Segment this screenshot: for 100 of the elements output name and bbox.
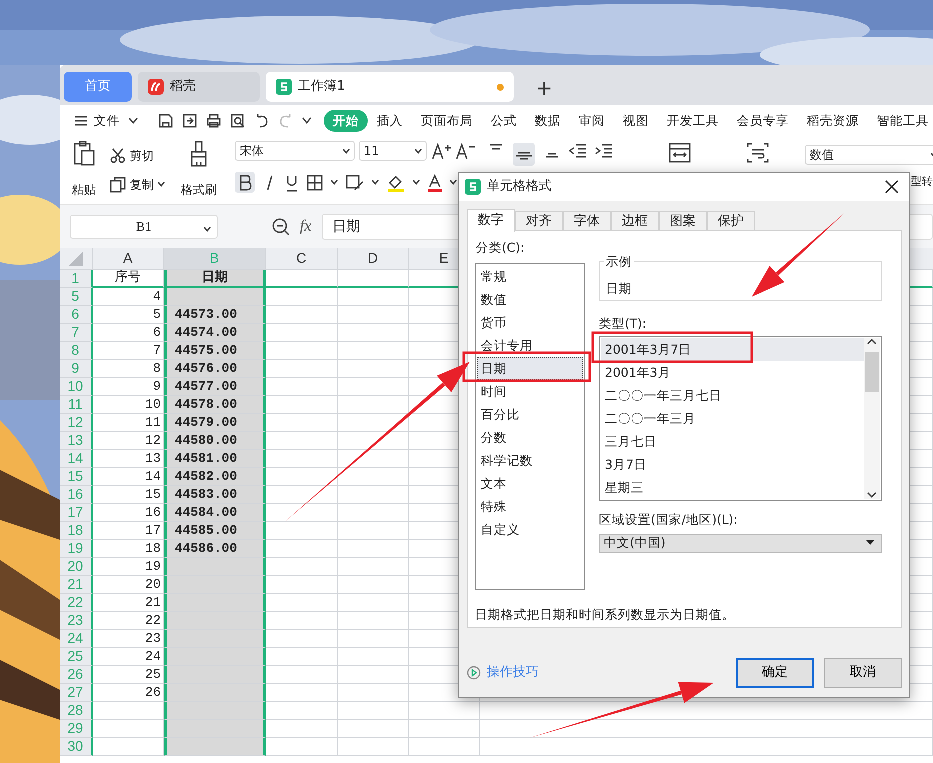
ribbon-tab[interactable]: 智能工具 xyxy=(868,110,933,132)
increase-indent-icon[interactable] xyxy=(595,143,613,159)
empty-cell xyxy=(338,684,409,702)
menu-icon[interactable] xyxy=(74,115,88,127)
category-item[interactable]: 数值 xyxy=(477,288,583,311)
caret-icon xyxy=(413,180,420,186)
ribbon-tab[interactable]: 稻壳资源 xyxy=(798,110,868,132)
caret-icon xyxy=(204,227,211,232)
column-header[interactable]: C xyxy=(266,248,338,270)
caret-icon xyxy=(866,540,875,546)
caret-icon xyxy=(450,180,457,186)
column-header[interactable]: A xyxy=(93,248,164,270)
tab[interactable]: 稻壳 xyxy=(138,72,260,102)
number-format-select[interactable]: 数值 xyxy=(805,145,933,165)
scroll-up-icon[interactable] xyxy=(867,338,877,346)
conditional-format-icon[interactable] xyxy=(346,174,364,191)
dialog-tab[interactable]: 对齐 xyxy=(515,211,563,231)
table-cell: 44580.00 xyxy=(164,432,266,450)
font-size-select[interactable]: 11 xyxy=(359,141,427,161)
table-cell: 44578.00 xyxy=(164,396,266,414)
format-painter-button[interactable]: 格式刷 xyxy=(181,181,217,199)
close-icon[interactable] xyxy=(885,180,899,194)
caret-icon xyxy=(415,148,422,154)
type-item[interactable]: 星期三 xyxy=(601,476,864,499)
locale-select[interactable]: 中文(中国) xyxy=(599,534,882,552)
type-item[interactable]: 2001年3月7日 xyxy=(601,338,864,361)
cancel-button[interactable]: 取消 xyxy=(824,658,902,688)
export-icon[interactable] xyxy=(182,113,198,130)
category-item[interactable]: 特殊 xyxy=(477,494,583,518)
brush-icon[interactable] xyxy=(189,141,209,167)
dialog-title: 单元格格式 xyxy=(487,178,552,196)
category-item[interactable]: 货币 xyxy=(477,310,583,334)
ribbon-tab[interactable]: 插入 xyxy=(368,110,412,132)
category-item[interactable]: 文本 xyxy=(477,472,583,495)
paste-button[interactable]: 粘贴 xyxy=(72,181,96,199)
ribbon-tab[interactable]: 页面布局 xyxy=(412,110,482,132)
type-item[interactable]: 二〇〇一年三月 xyxy=(601,406,864,430)
ribbon-tab[interactable]: 会员专享 xyxy=(728,110,798,132)
paste-icon[interactable] xyxy=(72,141,96,167)
caret-icon xyxy=(331,180,338,186)
type-item[interactable]: 三月七日 xyxy=(601,430,864,453)
copy-button[interactable]: 复制 xyxy=(130,176,154,194)
border-icon[interactable] xyxy=(307,174,323,191)
dialog-tab[interactable]: 数字 xyxy=(467,209,515,232)
category-item[interactable]: 百分比 xyxy=(477,402,583,426)
more-caret-icon[interactable] xyxy=(302,117,312,126)
dialog-tab[interactable]: 字体 xyxy=(563,211,611,231)
copy-icon[interactable] xyxy=(110,176,126,192)
new-tab-button[interactable]: + xyxy=(532,74,557,102)
cut-button[interactable]: 剪切 xyxy=(130,146,154,164)
empty-cell xyxy=(338,396,409,414)
fill-color-icon[interactable] xyxy=(387,174,405,192)
tab[interactable]: 工作簿1 xyxy=(266,72,514,102)
save-icon[interactable] xyxy=(158,113,174,130)
font-select[interactable]: 宋体 xyxy=(235,141,355,161)
category-item[interactable]: 自定义 xyxy=(477,518,583,541)
merge-cells-icon[interactable] xyxy=(669,143,691,163)
scrollbar-thumb[interactable] xyxy=(865,352,879,392)
ribbon-tab[interactable]: 视图 xyxy=(614,110,658,132)
file-menu[interactable]: 文件 xyxy=(88,110,129,132)
name-box[interactable]: B1 xyxy=(70,214,218,238)
type-item[interactable]: 2001年3月 xyxy=(601,360,864,384)
category-item[interactable]: 科学记数 xyxy=(477,448,583,472)
ok-button[interactable]: 确定 xyxy=(736,658,814,688)
ribbon-tab[interactable]: 审阅 xyxy=(570,110,614,132)
category-item[interactable]: 时间 xyxy=(477,380,583,403)
column-header[interactable]: D xyxy=(338,248,409,270)
print-icon[interactable] xyxy=(206,113,222,130)
print-preview-icon[interactable] xyxy=(230,113,246,130)
underline-icon[interactable] xyxy=(285,174,299,192)
category-item[interactable]: 分数 xyxy=(477,426,583,449)
ribbon-tab[interactable]: 数据 xyxy=(526,110,570,132)
ribbon-tab[interactable]: 公式 xyxy=(482,110,526,132)
scissors-icon[interactable] xyxy=(110,148,126,164)
caret-icon xyxy=(158,182,165,187)
spreadsheet-icon xyxy=(276,79,292,95)
function-button[interactable]: fx xyxy=(300,214,312,238)
scroll-down-icon[interactable] xyxy=(867,490,877,499)
decrease-indent-icon[interactable] xyxy=(569,143,587,159)
decrease-font-icon[interactable] xyxy=(455,142,475,160)
type-item[interactable]: 3月7日 xyxy=(601,452,864,476)
table-cell: 44579.00 xyxy=(164,414,266,432)
empty-cell xyxy=(409,702,480,720)
type-item[interactable]: 二〇〇一年三月七日 xyxy=(601,384,864,407)
increase-font-icon[interactable] xyxy=(431,142,451,160)
font-color-icon[interactable] xyxy=(428,174,442,192)
dialog-tab[interactable]: 图案 xyxy=(659,211,707,231)
category-item[interactable]: 常规 xyxy=(477,264,583,288)
zoom-icon[interactable] xyxy=(272,218,290,236)
table-cell: 44581.00 xyxy=(164,450,266,468)
table-cell: 44577.00 xyxy=(164,378,266,396)
empty-cell xyxy=(338,702,409,720)
wrap-text-icon[interactable] xyxy=(747,143,769,163)
dialog-tab[interactable]: 保护 xyxy=(707,211,755,231)
category-item[interactable]: 会计专用 xyxy=(477,334,583,357)
ribbon-tab[interactable]: 开发工具 xyxy=(658,110,728,132)
ribbon-label[interactable]: 型转 xyxy=(911,174,933,190)
play-icon[interactable] xyxy=(467,666,481,680)
category-item[interactable]: 日期 xyxy=(477,356,583,380)
dialog-tab[interactable]: 边框 xyxy=(611,211,659,231)
